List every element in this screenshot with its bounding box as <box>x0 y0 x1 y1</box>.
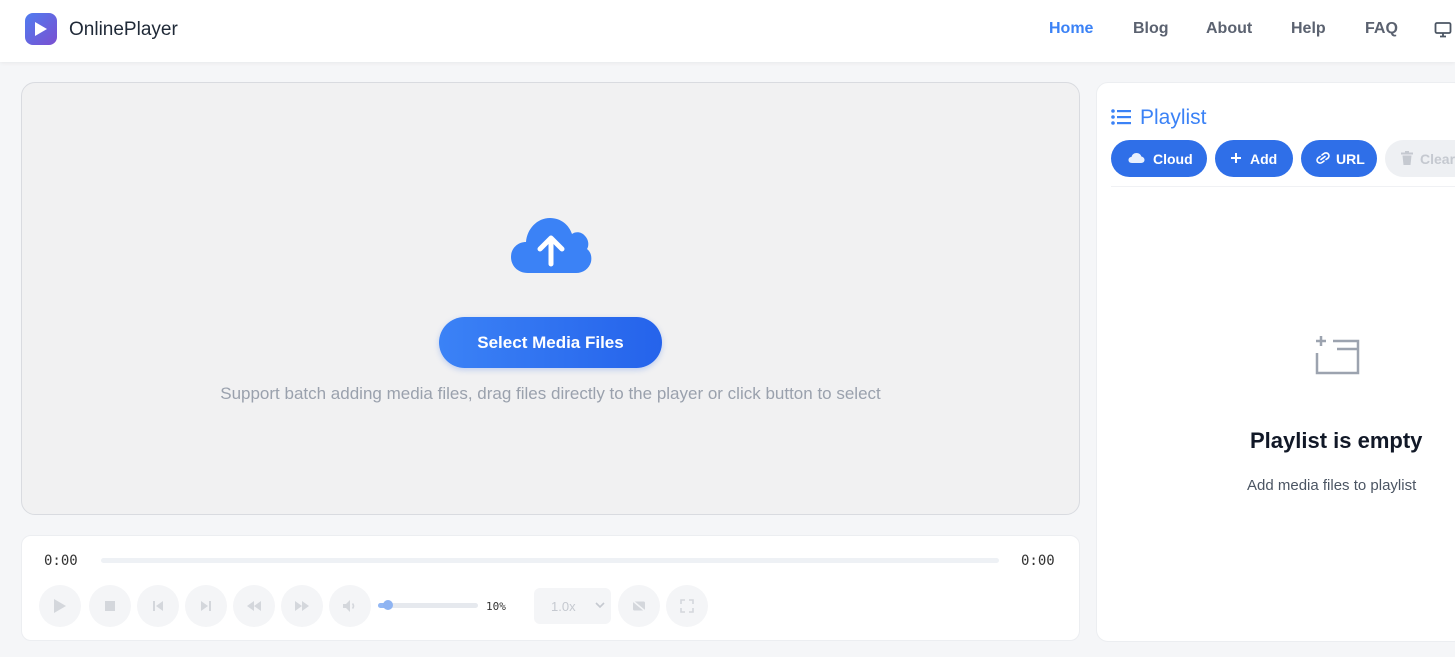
add-to-list-icon <box>1315 336 1360 375</box>
previous-icon <box>153 601 163 611</box>
cloud-icon <box>1128 153 1145 163</box>
playlist-empty-subtitle: Add media files to playlist <box>1247 477 1417 494</box>
clear-button-label: Clear <box>1420 151 1455 167</box>
select-media-files-button[interactable]: Select Media Files <box>439 317 662 368</box>
brand-name[interactable]: OnlinePlayer <box>69 19 178 41</box>
fast-forward-button[interactable] <box>281 585 323 627</box>
subtitles-button[interactable] <box>618 585 660 627</box>
speed-value: 1.0x <box>551 599 576 614</box>
speed-select[interactable]: 1.0x <box>534 588 611 624</box>
volume-slider[interactable] <box>378 600 478 610</box>
cloud-upload-icon <box>511 218 592 273</box>
playlist-empty-title: Playlist is empty <box>1250 428 1423 453</box>
play-button[interactable] <box>39 585 81 627</box>
fullscreen-icon <box>680 599 694 613</box>
link-icon <box>1316 152 1330 164</box>
stop-icon <box>105 601 115 611</box>
monitor-icon[interactable] <box>1434 21 1452 39</box>
stop-button[interactable] <box>89 585 131 627</box>
url-button-label: URL <box>1336 151 1365 167</box>
previous-button[interactable] <box>137 585 179 627</box>
play-icon <box>35 22 47 36</box>
plus-icon <box>1231 153 1241 163</box>
nav-faq[interactable]: FAQ <box>1365 20 1398 38</box>
rewind-button[interactable] <box>233 585 275 627</box>
next-icon <box>201 601 211 611</box>
cloud-button-label: Cloud <box>1153 151 1193 167</box>
volume-percent: 10% <box>486 600 506 613</box>
chevron-down-icon <box>595 602 605 609</box>
seek-bar[interactable] <box>101 558 999 563</box>
add-button-label: Add <box>1250 151 1278 167</box>
playlist-divider <box>1111 186 1455 187</box>
fast-forward-icon <box>295 601 309 611</box>
volume-button[interactable] <box>329 585 371 627</box>
logo[interactable] <box>25 13 57 45</box>
next-button[interactable] <box>185 585 227 627</box>
duration: 0:00 <box>1021 553 1055 569</box>
dropzone-help-text: Support batch adding media files, drag f… <box>220 384 881 403</box>
cloud-button[interactable]: Cloud <box>1111 140 1207 177</box>
trash-icon <box>1401 151 1413 165</box>
nav-home[interactable]: Home <box>1049 20 1093 38</box>
nav-blog[interactable]: Blog <box>1133 20 1169 38</box>
playlist-title: Playlist <box>1140 106 1207 129</box>
clear-button[interactable]: Clear <box>1385 140 1455 177</box>
current-time: 0:00 <box>44 553 78 569</box>
subtitles-off-icon <box>632 600 646 612</box>
rewind-icon <box>247 601 261 611</box>
list-icon <box>1111 109 1131 125</box>
add-button[interactable]: Add <box>1215 140 1293 177</box>
url-button[interactable]: URL <box>1301 140 1377 177</box>
media-dropzone[interactable] <box>21 82 1080 515</box>
volume-handle[interactable] <box>383 600 393 610</box>
nav-help[interactable]: Help <box>1291 20 1326 38</box>
play-icon <box>54 599 66 613</box>
fullscreen-button[interactable] <box>666 585 708 627</box>
nav-about[interactable]: About <box>1206 20 1252 38</box>
volume-icon <box>343 600 355 612</box>
